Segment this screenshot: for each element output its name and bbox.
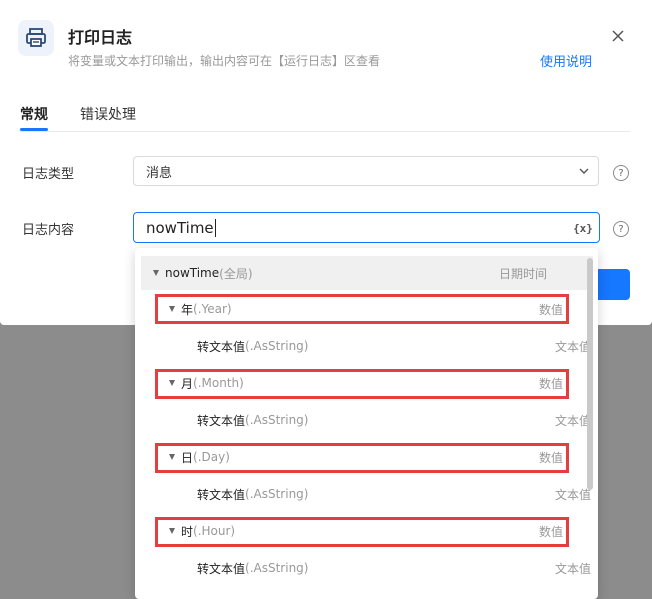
row-name: 年 [181,302,194,317]
row-name: 日 [181,450,194,465]
row-type: 文本值 [554,561,591,576]
expand-triangle-icon [169,380,175,386]
row-prop: (全局) [219,266,253,281]
row-type: 数值 [538,524,563,539]
expand-triangle-icon [169,454,175,460]
row-prop: (.Day) [193,450,230,464]
expand-triangle-icon [169,528,175,534]
dropdown-row[interactable]: 年 (.Year) 数值 [141,292,598,326]
row-name: 时 [181,524,194,539]
expand-triangle-icon [153,270,159,276]
log-content-input[interactable]: nowTime {x} [133,212,600,243]
chevron-down-icon [579,168,589,174]
dropdown-row[interactable]: 转文本值 (.AsString) 文本值 [141,477,598,511]
row-type: 数值 [538,302,563,317]
tab-general[interactable]: 常规 [20,104,48,131]
row-prop: (.Month) [193,376,244,390]
help-icon[interactable]: ? [613,221,629,237]
row-prop: (.AsString) [245,339,309,353]
row-type: 文本值 [554,487,591,502]
row-prop: (.AsString) [245,561,309,575]
dropdown-row[interactable]: 转文本值 (.AsString) 文本值 [141,329,598,363]
expand-triangle-icon [169,306,175,312]
dropdown-row[interactable]: nowTime (全局) 日期时间 [141,256,593,290]
dropdown-row[interactable]: 时 (.Hour) 数值 [141,514,598,548]
row-type: 文本值 [554,413,591,428]
log-type-select[interactable]: 消息 [133,156,599,186]
row-name: nowTime [165,266,220,280]
close-icon[interactable] [606,24,630,48]
text-caret [214,218,216,237]
row-type: 文本值 [554,339,591,354]
row-type: 数值 [538,376,563,391]
row-name: 转文本值 [197,339,246,354]
log-type-label: 日志类型 [22,167,75,182]
help-icon[interactable]: ? [613,165,629,181]
dropdown-row[interactable]: 转文本值 (.AsString) 文本值 [141,403,598,437]
variable-icon[interactable]: {x} [573,218,593,238]
log-type-value: 消息 [146,165,173,181]
variable-dropdown: nowTime (全局) 日期时间 年 (.Year) 数值 转文本值 (.AsStr… [135,248,598,599]
dropdown-scrollbar[interactable] [587,258,593,490]
confirm-button[interactable] [596,269,630,300]
log-content-label: 日志内容 [22,223,75,238]
tab-bar: 常规 错误处理 [20,104,630,132]
dialog-subtitle: 将变量或文本打印输出，输出内容可在【运行日志】区查看 [68,54,381,68]
log-content-value: nowTime [146,218,214,237]
tab-error-handling[interactable]: 错误处理 [80,104,136,124]
row-prop: (.Hour) [193,524,236,538]
row-name: 转文本值 [197,561,246,576]
row-type: 数值 [538,450,563,465]
row-name: 转文本值 [197,413,246,428]
printer-icon [18,20,54,56]
row-prop: (.AsString) [245,413,309,427]
row-prop: (.Year) [193,302,232,316]
row-name: 转文本值 [197,487,246,502]
dropdown-row[interactable]: 月 (.Month) 数值 [141,366,598,400]
dropdown-row[interactable]: 转文本值 (.AsString) 文本值 [141,551,598,585]
help-link[interactable]: 使用说明 [540,51,592,70]
dialog-title: 打印日志 [68,28,133,47]
row-name: 月 [181,376,194,391]
dropdown-row[interactable]: 日 (.Day) 数值 [141,440,598,474]
row-type: 日期时间 [498,266,547,281]
row-prop: (.AsString) [245,487,309,501]
